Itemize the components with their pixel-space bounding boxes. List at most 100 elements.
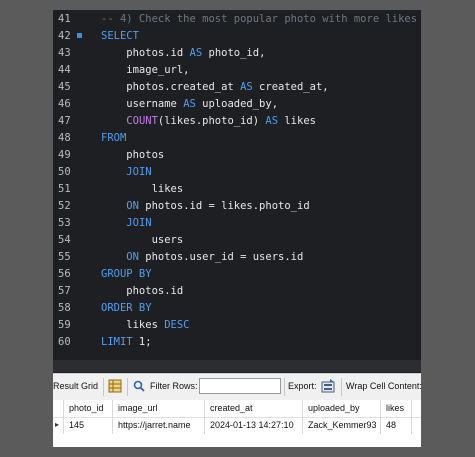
line-number: 50 [58, 166, 71, 178]
line-number: 44 [58, 64, 71, 76]
code-line[interactable]: 45 photos.created_at AS created_at, [53, 79, 421, 96]
code-text: users [101, 232, 184, 249]
sql-text: photos.id [101, 47, 190, 59]
sql-keyword: ON [126, 251, 139, 263]
code-line[interactable]: 46 username AS uploaded_by, [53, 96, 421, 113]
code-line[interactable]: 47 COUNT(likes.photo_id) AS likes [53, 113, 421, 130]
code-line[interactable]: 43 photos.id AS photo_id, [53, 45, 421, 62]
column-header-likes[interactable]: likes [386, 403, 404, 413]
code-line[interactable]: 51 likes [53, 181, 421, 198]
code-text: image_url, [101, 62, 189, 79]
line-number: 48 [58, 132, 71, 144]
sql-keyword: FROM [101, 132, 127, 144]
code-line[interactable]: 52 ON photos.id = likes.photo_id [53, 198, 421, 215]
grid-header-row: photo_id image_url created_at uploaded_b… [53, 400, 421, 418]
code-text: GROUP BY [101, 266, 152, 283]
sql-text: uploaded_by, [195, 98, 279, 110]
toolbar-divider [127, 378, 128, 396]
code-line[interactable]: 56 GROUP BY [53, 266, 421, 283]
code-line[interactable]: 48 FROM [53, 130, 421, 147]
statement-marker-icon [77, 33, 82, 38]
sql-text: likes [278, 115, 316, 127]
code-line[interactable]: 59 likes DESC [53, 317, 421, 334]
result-grid-tab[interactable]: Result Grid [53, 381, 98, 391]
toolbar-divider [284, 378, 285, 396]
sql-text: users [101, 234, 184, 246]
sql-keyword: ON [126, 200, 139, 212]
sql-text: photos.created_at [101, 81, 241, 93]
sql-function: COUNT [126, 115, 158, 127]
filter-rows-input[interactable] [199, 378, 281, 394]
code-text: SELECT [101, 28, 139, 45]
code-line[interactable]: 55 ON photos.user_id = users.id [53, 249, 421, 266]
sql-keyword: LIMIT [101, 336, 133, 348]
line-number: 45 [58, 81, 71, 93]
sql-keyword: AS [189, 47, 203, 59]
sql-text: photos.id = likes.photo_id [138, 200, 310, 212]
cell-likes[interactable]: 48 [386, 420, 396, 430]
code-line[interactable]: 42 SELECT [53, 28, 421, 45]
code-line[interactable]: 50 JOIN [53, 164, 421, 181]
column-header-image-url[interactable]: image_url [118, 403, 158, 413]
grid-view-icon[interactable] [108, 379, 122, 393]
code-line[interactable]: 49 photos [53, 147, 421, 164]
sql-text: 1; [132, 336, 152, 348]
sql-workbench-panel: 41 -- 4) Check the most popular photo wit… [53, 10, 422, 447]
editor-horizontal-scrollbar[interactable] [53, 360, 421, 372]
filter-rows-label: Filter Rows: [150, 381, 198, 391]
sql-text: photos [101, 149, 165, 161]
line-number: 60 [58, 336, 71, 348]
code-line[interactable]: 57 photos.id [53, 283, 421, 300]
line-number: 49 [58, 149, 71, 161]
export-icon[interactable] [321, 379, 335, 393]
code-text: COUNT(likes.photo_id) AS likes [101, 113, 316, 130]
code-text: ON photos.id = likes.photo_id [101, 198, 310, 215]
wrap-cell-content-label[interactable]: Wrap Cell Content: [346, 381, 422, 391]
code-text: username AS uploaded_by, [101, 96, 278, 113]
cell-created-at[interactable]: 2024-01-13 14:27:10 [210, 420, 294, 430]
line-number: 51 [58, 183, 71, 195]
code-line[interactable]: 41 -- 4) Check the most popular photo wit… [53, 11, 421, 28]
code-text: JOIN [101, 215, 152, 232]
code-line[interactable]: 60 LIMIT 1; [53, 334, 421, 351]
column-header-uploaded-by[interactable]: uploaded_by [308, 403, 360, 413]
sql-keyword: JOIN [126, 217, 152, 229]
code-line[interactable]: 58 ORDER BY [53, 300, 421, 317]
line-number: 53 [58, 217, 71, 229]
code-line[interactable]: 54 users [53, 232, 421, 249]
export-label: Export: [288, 381, 317, 391]
sql-text: username [101, 98, 184, 110]
line-number: 54 [58, 234, 71, 246]
code-line[interactable]: 53 JOIN [53, 215, 421, 232]
line-number: 57 [58, 285, 71, 297]
code-text: photos.id [101, 283, 183, 300]
result-grid: photo_id image_url created_at uploaded_b… [53, 400, 421, 447]
cell-uploaded-by[interactable]: Zack_Kemmer93 [308, 420, 377, 430]
sql-keyword: AS [265, 115, 279, 127]
sql-editor[interactable]: 41 -- 4) Check the most popular photo wit… [53, 10, 421, 360]
sql-keyword: AS [183, 98, 196, 110]
code-text: JOIN [101, 164, 152, 181]
result-toolbar: Result Grid Filter Rows: Export: Wrap Ce… [53, 373, 422, 401]
sql-keyword: JOIN [126, 166, 152, 178]
code-text: FROM [101, 130, 126, 147]
cell-image-url[interactable]: https://jarret.name [118, 420, 191, 430]
line-number: 43 [58, 47, 71, 59]
table-row[interactable]: 145 https://jarret.name 2024-01-13 14:27… [53, 417, 421, 434]
sql-comment: -- 4) Check the most popular photo with … [101, 13, 418, 25]
column-header-photo-id[interactable]: photo_id [69, 403, 104, 413]
sql-keyword: AS [240, 81, 253, 93]
code-text: likes [101, 181, 184, 198]
column-header-created-at[interactable]: created_at [210, 403, 253, 413]
code-line[interactable]: 44 image_url, [53, 62, 421, 79]
code-text: photos.created_at AS created_at, [101, 79, 328, 96]
sql-keyword: ORDER BY [101, 302, 152, 314]
line-number: 58 [58, 302, 71, 314]
filter-icon [132, 379, 146, 393]
sql-text: photos.user_id = users.id [138, 251, 304, 263]
cell-photo-id[interactable]: 145 [69, 420, 84, 430]
sql-text: photos.id [101, 285, 184, 297]
